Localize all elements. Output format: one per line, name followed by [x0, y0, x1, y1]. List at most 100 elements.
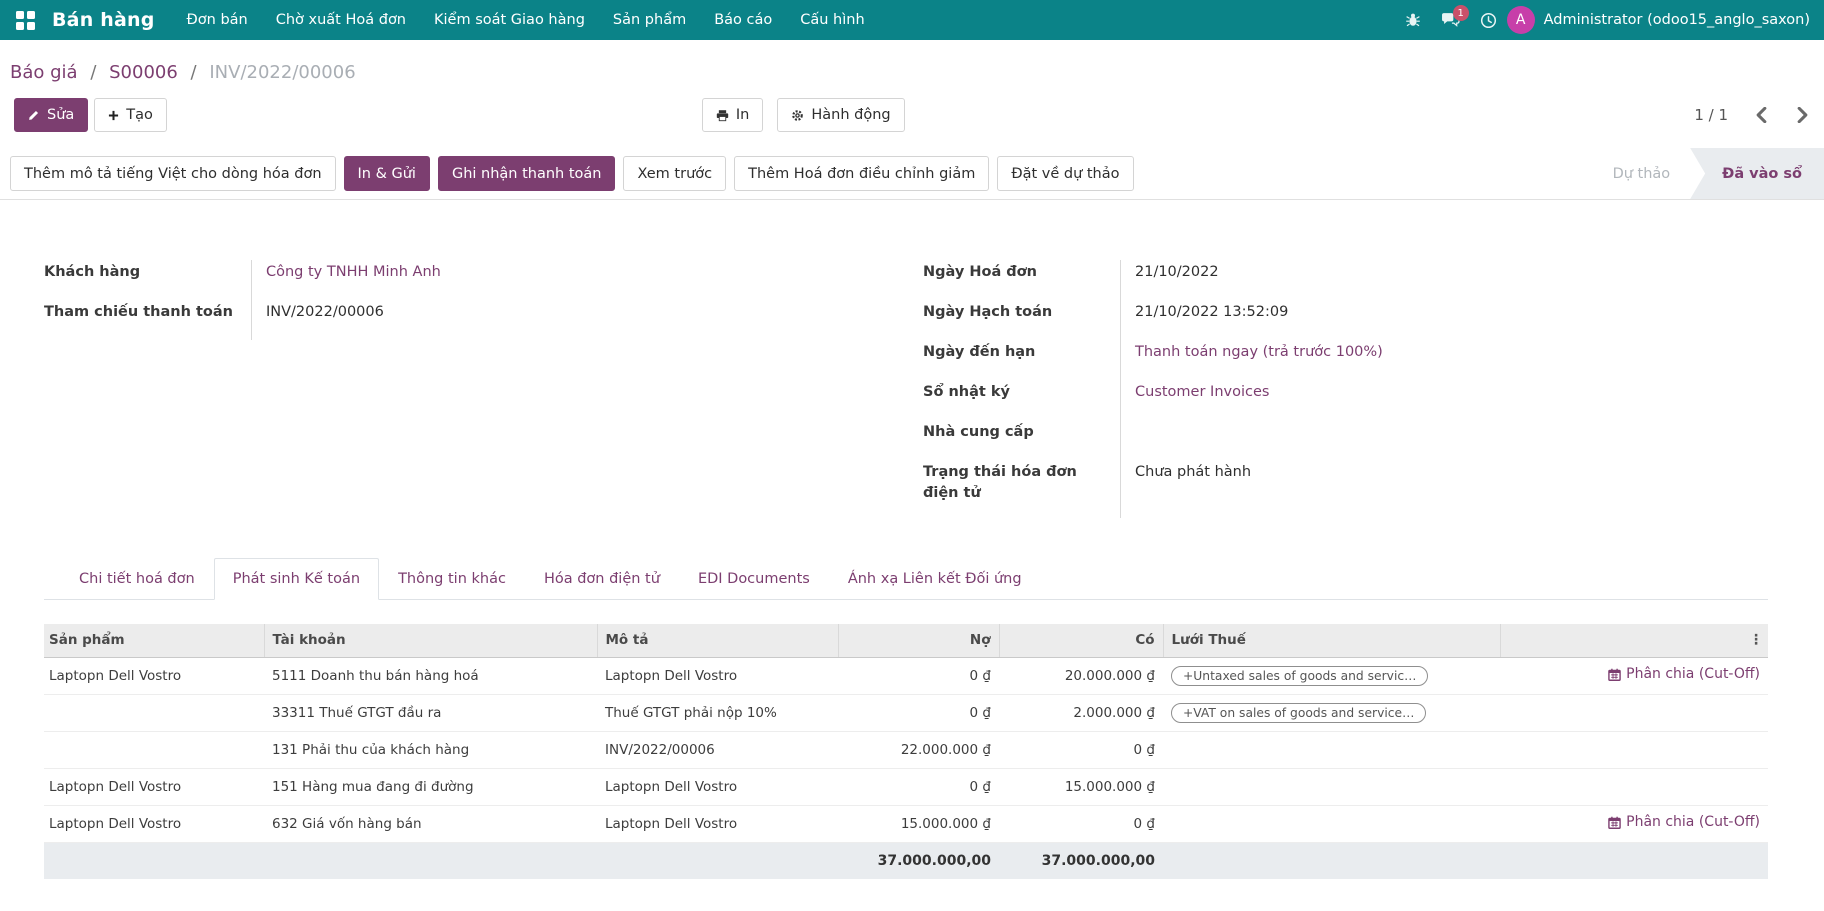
messages-count-badge: 1	[1453, 5, 1469, 21]
user-avatar: A	[1507, 6, 1535, 34]
column-options-kebab-icon[interactable]: ⋮	[1749, 633, 1763, 647]
tab-einvoice[interactable]: Hóa đơn điện tử	[525, 558, 679, 600]
menu-don-ban[interactable]: Đơn bán	[173, 0, 262, 40]
reset-to-draft-button[interactable]: Đặt về dự thảo	[997, 156, 1133, 191]
payment-reference-value: INV/2022/00006	[252, 300, 384, 340]
cell-description: Laptopn Dell Vostro	[597, 768, 838, 805]
cutoff-link[interactable]: Phân chia (Cut-Off)	[1608, 814, 1760, 830]
tab-journal-items[interactable]: Phát sinh Kế toán	[214, 558, 379, 600]
tab-other-info[interactable]: Thông tin khác	[379, 558, 525, 600]
credit-total: 37.000.000,00	[999, 842, 1163, 879]
top-navbar: Bán hàng Đơn bán Chờ xuất Hoá đơn Kiểm s…	[0, 0, 1824, 40]
menu-cau-hinh[interactable]: Cấu hình	[786, 0, 878, 40]
user-name: Administrator (odoo15_anglo_saxon)	[1544, 12, 1810, 28]
cutoff-link[interactable]: Phân chia (Cut-Off)	[1608, 666, 1760, 682]
pager-previous-icon[interactable]	[1754, 105, 1769, 125]
add-vietnamese-description-button[interactable]: Thêm mô tả tiếng Việt cho dòng hóa đơn	[10, 156, 336, 191]
cell-account: 5111 Doanh thu bán hàng hoá	[264, 657, 597, 694]
table-row[interactable]: Laptopn Dell Vostro 632 Giá vốn hàng bán…	[44, 805, 1768, 842]
action-button[interactable]: Hành động	[777, 98, 904, 132]
accounting-date-value: 21/10/2022 13:52:09	[1121, 300, 1288, 340]
cell-product: Laptopn Dell Vostro	[44, 768, 264, 805]
activities-clock-icon[interactable]	[1480, 12, 1497, 29]
header-product[interactable]: Sản phẩm	[44, 624, 264, 657]
statusbar-actions: Thêm mô tả tiếng Việt cho dòng hóa đơn I…	[0, 148, 1824, 200]
table-row[interactable]: 131 Phải thu của khách hàng INV/2022/000…	[44, 731, 1768, 768]
breadcrumb-separator: /	[191, 62, 197, 83]
create-button-label: Tạo	[126, 107, 153, 123]
add-credit-note-button[interactable]: Thêm Hoá đơn điều chỉnh giảm	[734, 156, 989, 191]
header-tax-grids[interactable]: Lưới Thuế	[1163, 624, 1500, 657]
pencil-icon	[28, 109, 40, 121]
control-panel: Sửa Tạo In Hành động 1 / 1	[0, 86, 1824, 132]
menu-kiem-soat-giao-hang[interactable]: Kiểm soát Giao hàng	[420, 0, 599, 40]
cell-credit: 2.000.000 ₫	[999, 694, 1163, 731]
apps-menu-icon[interactable]	[12, 7, 38, 33]
breadcrumb-bao-gia[interactable]: Báo giá	[10, 62, 78, 83]
tab-edi-documents[interactable]: EDI Documents	[679, 558, 829, 600]
header-credit[interactable]: Có	[999, 624, 1163, 657]
table-row[interactable]: Laptopn Dell Vostro 151 Hàng mua đang đi…	[44, 768, 1768, 805]
cell-debit: 0 ₫	[838, 657, 999, 694]
pager-next-icon[interactable]	[1795, 105, 1810, 125]
breadcrumb-s00006[interactable]: S00006	[109, 62, 178, 83]
einvoice-status-label: Trạng thái hóa đơn điện tử	[923, 460, 1121, 518]
cell-credit: 0 ₫	[999, 731, 1163, 768]
cell-product: Laptopn Dell Vostro	[44, 657, 264, 694]
pager-count: 1 / 1	[1694, 106, 1728, 124]
edit-button[interactable]: Sửa	[14, 98, 88, 132]
table-totals-row: 37.000.000,00 37.000.000,00	[44, 842, 1768, 879]
cell-description: Laptopn Dell Vostro	[597, 805, 838, 842]
cell-product: Laptopn Dell Vostro	[44, 805, 264, 842]
print-and-send-button[interactable]: In & Gửi	[344, 156, 430, 191]
print-button[interactable]: In	[702, 98, 763, 132]
journal-label: Sổ nhật ký	[923, 380, 1121, 420]
main-menu: Đơn bán Chờ xuất Hoá đơn Kiểm soát Giao …	[173, 0, 879, 40]
left-field-group: Khách hàng Công ty TNHH Minh Anh Tham ch…	[44, 260, 889, 340]
header-debit[interactable]: Nợ	[838, 624, 999, 657]
header-description[interactable]: Mô tả	[597, 624, 838, 657]
table-row[interactable]: 33311 Thuế GTGT đầu ra Thuế GTGT phải nộ…	[44, 694, 1768, 731]
register-payment-button[interactable]: Ghi nhận thanh toán	[438, 156, 616, 191]
plus-icon	[108, 110, 119, 121]
einvoice-status-value: Chưa phát hành	[1121, 460, 1251, 518]
cell-description: Thuế GTGT phải nộp 10%	[597, 694, 838, 731]
menu-bao-cao[interactable]: Báo cáo	[700, 0, 786, 40]
header-account[interactable]: Tài khoản	[264, 624, 597, 657]
calendar-icon	[1608, 668, 1621, 681]
due-date-value[interactable]: Thanh toán ngay (trả trước 100%)	[1121, 340, 1383, 380]
cell-product	[44, 694, 264, 731]
tab-invoice-lines[interactable]: Chi tiết hoá đơn	[60, 558, 214, 600]
debug-bug-icon[interactable]	[1405, 12, 1421, 28]
app-brand[interactable]: Bán hàng	[52, 9, 155, 31]
user-menu[interactable]: A Administrator (odoo15_anglo_saxon)	[1507, 6, 1810, 34]
tax-grid-tag[interactable]: +Untaxed sales of goods and servic…	[1171, 666, 1428, 686]
customer-label: Khách hàng	[44, 260, 252, 300]
customer-value[interactable]: Công ty TNHH Minh Anh	[252, 260, 441, 300]
cell-description: INV/2022/00006	[597, 731, 838, 768]
supplier-value	[1121, 420, 1135, 460]
table-row[interactable]: Laptopn Dell Vostro 5111 Doanh thu bán h…	[44, 657, 1768, 694]
status-posted[interactable]: Đã vào sổ	[1690, 148, 1824, 199]
tab-counterpart-mapping[interactable]: Ánh xạ Liên kết Đối ứng	[829, 558, 1041, 600]
cell-credit: 0 ₫	[999, 805, 1163, 842]
journal-value[interactable]: Customer Invoices	[1121, 380, 1269, 420]
messages-chat-icon[interactable]: 1	[1441, 12, 1460, 28]
invoice-date-value: 21/10/2022	[1121, 260, 1219, 300]
tax-grid-tag[interactable]: +VAT on sales of goods and service…	[1171, 703, 1426, 723]
printer-icon	[716, 109, 729, 122]
menu-cho-xuat-hoa-don[interactable]: Chờ xuất Hoá đơn	[262, 0, 420, 40]
cell-debit: 15.000.000 ₫	[838, 805, 999, 842]
calendar-icon	[1608, 816, 1621, 829]
cell-account: 151 Hàng mua đang đi đường	[264, 768, 597, 805]
cell-debit: 22.000.000 ₫	[838, 731, 999, 768]
menu-san-pham[interactable]: Sản phẩm	[599, 0, 700, 40]
cutoff-label: Phân chia (Cut-Off)	[1626, 814, 1760, 830]
table-header-row: Sản phẩm Tài khoản Mô tả Nợ Có Lưới Thuế…	[44, 624, 1768, 657]
cell-product	[44, 731, 264, 768]
breadcrumb: Báo giá / S00006 / INV/2022/00006	[0, 40, 1824, 86]
preview-button[interactable]: Xem trước	[623, 156, 726, 191]
cell-account: 33311 Thuế GTGT đầu ra	[264, 694, 597, 731]
create-button[interactable]: Tạo	[94, 98, 167, 132]
status-draft[interactable]: Dự thảo	[1593, 148, 1691, 199]
